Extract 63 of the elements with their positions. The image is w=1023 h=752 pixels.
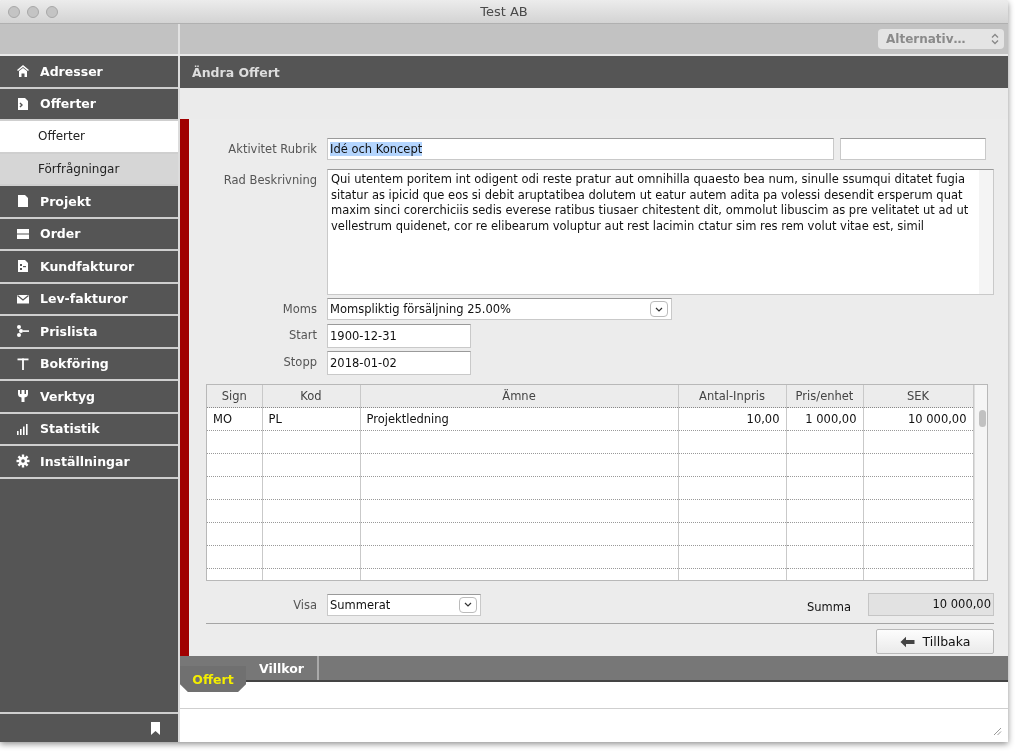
vat-dropdown[interactable]: Momspliktig försäljning 25.00% xyxy=(327,298,672,320)
column-header: Antal-Inpris xyxy=(678,385,786,408)
field-label: Aktivitet Rubrik xyxy=(227,141,317,156)
bar-chart-icon xyxy=(16,421,30,436)
sidebar-item[interactable]: Kundfakturor xyxy=(0,251,178,284)
sidebar-item[interactable]: Bokföring xyxy=(0,348,178,381)
sidebar-subitem[interactable]: Förfrågningar xyxy=(0,153,178,186)
back-button[interactable]: Tillbaka xyxy=(876,629,994,654)
sidebar-item[interactable]: Projekt xyxy=(0,186,178,219)
panel-title: Ändra Offert xyxy=(192,64,280,80)
table-cell: 10,00 xyxy=(678,407,786,431)
sidebar-item[interactable]: Inställningar xyxy=(0,446,178,479)
chevron-down-icon xyxy=(655,306,663,312)
column-header: SEK xyxy=(863,385,973,408)
view-dropdown[interactable]: Summerat xyxy=(327,593,481,616)
document-icon xyxy=(16,96,30,111)
tab[interactable]: Villkor xyxy=(246,656,320,680)
close-button[interactable] xyxy=(8,5,20,18)
field-label: Rad Beskrivning xyxy=(222,172,317,187)
zoom-button[interactable] xyxy=(46,5,58,18)
column-header: Pris/enhet xyxy=(786,385,863,408)
field-label: Moms xyxy=(281,301,317,316)
sidebar-item[interactable]: Order xyxy=(0,218,178,251)
stop-date-field[interactable]: 2018-01-02 xyxy=(327,351,471,375)
input-field[interactable] xyxy=(840,138,986,160)
chevron-down-icon xyxy=(464,602,472,607)
column-header: Sign xyxy=(207,385,262,408)
arrow-left-icon xyxy=(899,635,915,648)
sidebar-item[interactable]: Statistik xyxy=(0,413,178,446)
house-icon xyxy=(16,64,30,79)
list-icon xyxy=(16,324,30,339)
gear-icon xyxy=(16,454,30,469)
table-cell: 1 000,00 xyxy=(786,407,863,431)
column-header: Ämne xyxy=(360,385,678,408)
tab[interactable]: Offert xyxy=(180,666,246,692)
description-field[interactable]: Qui utentem poritem int odigent odi reste pratur aut omnihilla quaesto bea num, sinulle ssumqui ditatet fugia sitatur as ipicid que eos si debit aruptatibea dolutem ut eatur autem adita pa volessi desendit ersperum quat maxim sinci corerchiciis sedis everese ratibus tiusaer chitestent dit, ommolut libuscim as pre velitatet ut ad ut vellestrum quidenet, cor re elibearum voluptur aut rest lacimin ctatur sim res rem volut vitae est, simil xyxy=(327,169,994,295)
table-cell: MO xyxy=(207,407,262,431)
title-field[interactable]: Idé och Koncept xyxy=(327,138,834,160)
stack-icon xyxy=(16,226,30,241)
letter-t-icon xyxy=(16,356,30,371)
up-down-chevron-icon xyxy=(991,33,999,45)
start-date-field[interactable]: 1900-12-31 xyxy=(327,324,471,348)
field-label: Start xyxy=(287,327,317,342)
total-value: 10 000,00 xyxy=(868,593,994,616)
total-label: Summa xyxy=(806,598,851,614)
column-header: Kod xyxy=(262,385,360,408)
wrench-icon xyxy=(16,389,30,404)
resize-grip-icon xyxy=(993,727,1002,736)
sidebar-item[interactable]: Adresser xyxy=(0,56,178,89)
sidebar-item[interactable]: Verktyg xyxy=(0,381,178,414)
bookmark-icon xyxy=(151,721,160,735)
table-cell: 10 000,00 xyxy=(863,407,973,431)
field-label: Stopp xyxy=(282,354,317,369)
table-cell: PL xyxy=(262,407,360,431)
document-icon xyxy=(16,194,30,209)
table-cell: Projektledning xyxy=(360,407,678,431)
sidebar-item[interactable]: Prislista xyxy=(0,316,178,349)
minimize-button[interactable] xyxy=(27,5,39,18)
window-title: Test AB xyxy=(480,4,528,19)
sidebar-subitem[interactable]: Offerter xyxy=(0,121,178,154)
invoice-icon xyxy=(16,259,30,274)
field-label: Visa xyxy=(292,597,317,612)
sidebar-item[interactable]: Lev-fakturor xyxy=(0,283,178,316)
